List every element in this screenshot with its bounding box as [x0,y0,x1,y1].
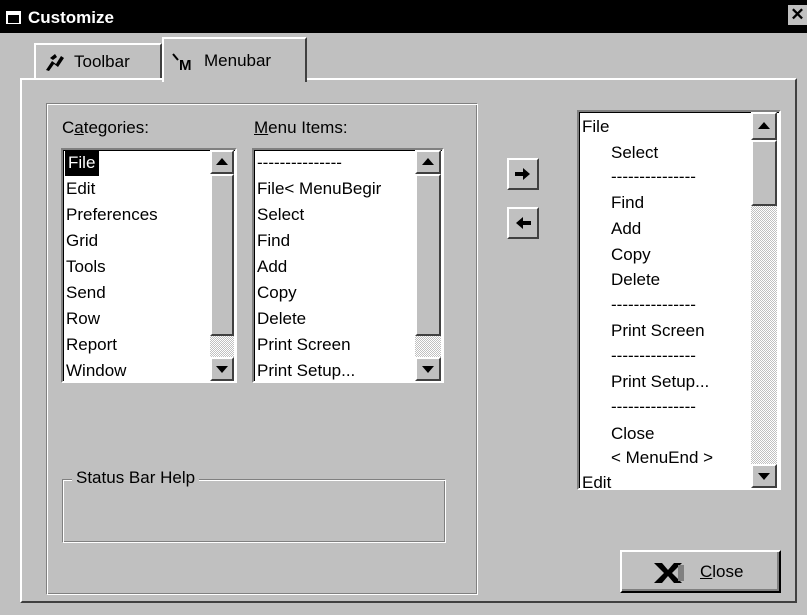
close-button[interactable]: Close [620,550,781,593]
window-close-button[interactable]: ✕ [788,5,807,25]
up-arrow-icon [758,122,770,129]
menubar-item[interactable]: Print Screen [611,318,705,344]
menu-item[interactable]: File< MenuBegir [257,176,381,202]
scroll-up-button[interactable] [210,150,234,174]
menu-item[interactable]: Print Screen [257,332,351,358]
remove-item-button[interactable] [507,207,539,239]
menubar-scrollbar[interactable] [751,112,777,488]
add-item-button[interactable] [507,158,539,190]
category-item[interactable]: Window [66,358,126,384]
right-arrow-icon [515,168,530,180]
category-item[interactable]: Edit [66,176,95,202]
close-x-icon [654,563,684,583]
category-item[interactable]: Row [66,306,100,332]
scroll-down-button[interactable] [751,464,777,488]
menubar-item[interactable]: Add [611,216,641,242]
categories-scrollbar[interactable] [210,150,234,381]
menubar-item[interactable]: --------------- [611,292,696,318]
category-item[interactable]: Report [66,332,117,358]
window-icon [6,11,21,24]
menubar-item[interactable]: --------------- [611,164,696,190]
menubar-item[interactable]: < MenuEnd > [611,445,713,471]
down-arrow-icon [758,473,770,480]
scroll-thumb[interactable] [210,174,234,336]
status-bar-help-label: Status Bar Help [72,468,200,488]
tab-toolbar[interactable]: Toolbar [34,43,162,79]
menubar-item[interactable]: Edit [582,470,611,488]
title-bar: Customize ✕ [0,0,807,33]
up-arrow-icon [422,158,434,165]
menubar-item[interactable]: Find [611,190,644,216]
category-item[interactable]: Preferences [66,202,158,228]
close-button-label: Close [700,562,744,581]
down-arrow-icon [216,366,228,373]
scroll-up-button[interactable] [751,112,777,140]
menu-item[interactable]: Find [257,228,290,254]
status-bar-help-box [62,479,446,543]
menubar-item[interactable]: File [582,114,609,140]
menubar-item[interactable]: --------------- [611,394,696,420]
window-title: Customize [28,8,114,27]
menu-item[interactable]: Copy [257,280,297,306]
tab-menubar-label: Menubar [204,51,272,70]
menubar-item[interactable]: --------------- [611,343,696,369]
menubar-item[interactable]: Print Setup... [611,369,709,395]
categories-label: Categories: [62,118,149,137]
menu-item[interactable]: Delete [257,306,306,332]
up-arrow-icon [216,158,228,165]
category-item[interactable]: Tools [66,254,106,280]
menubar-item[interactable]: Delete [611,267,660,293]
menubar-item[interactable]: Close [611,421,654,447]
menu-items-label: Menu Items: [254,118,348,137]
category-item[interactable]: Grid [66,228,98,254]
scroll-down-button[interactable] [210,357,234,381]
menu-items-scrollbar[interactable] [415,150,441,381]
menubar-icon: M [172,53,192,71]
scroll-down-button[interactable] [415,357,441,381]
down-arrow-icon [422,366,434,373]
scroll-thumb[interactable] [415,174,441,336]
category-item[interactable]: Send [66,280,106,306]
svg-text:M: M [179,57,192,71]
menu-item[interactable]: --------------- [257,150,342,176]
menu-item[interactable]: Add [257,254,287,280]
menu-item[interactable]: Print Setup... [257,358,355,381]
tab-toolbar-label: Toolbar [74,52,130,71]
toolbar-icon [46,54,64,71]
left-arrow-icon [516,217,531,229]
menubar-item[interactable]: Copy [611,242,651,268]
scroll-thumb[interactable] [751,140,777,206]
menu-item[interactable]: Select [257,202,304,228]
scroll-up-button[interactable] [415,150,441,174]
category-item[interactable]: File [65,150,100,176]
menubar-item[interactable]: Select [611,140,658,166]
tab-menubar[interactable]: M Menubar [162,37,307,82]
